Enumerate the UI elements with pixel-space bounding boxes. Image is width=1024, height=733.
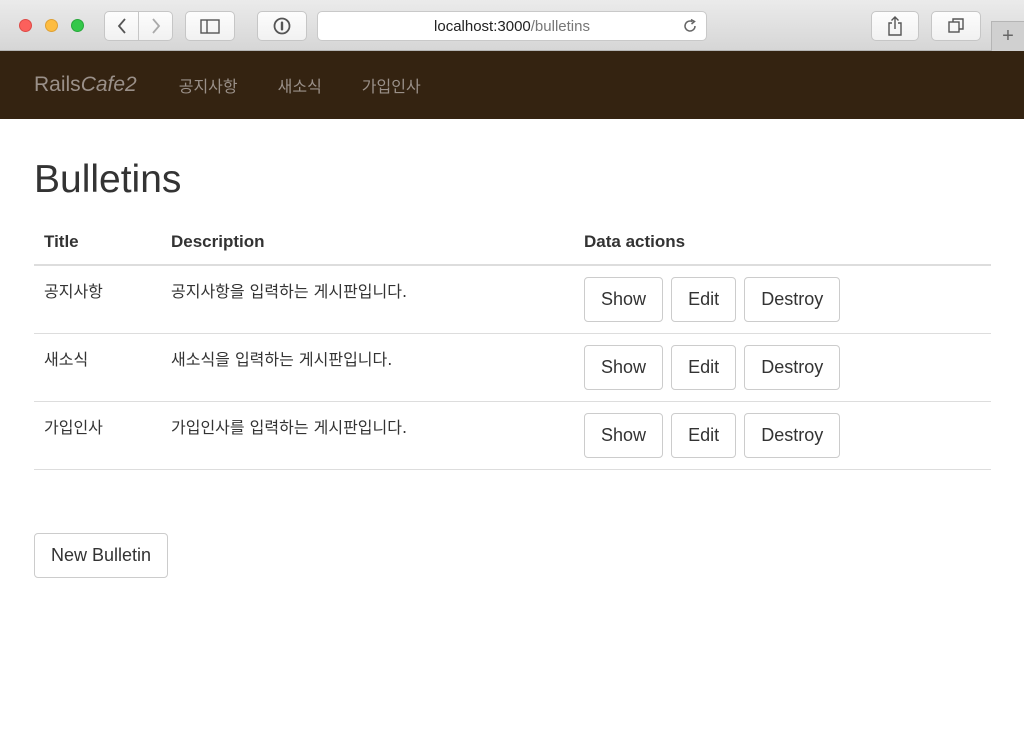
nav-link-news[interactable]: 새소식	[278, 73, 322, 97]
nav-link-notices[interactable]: 공지사항	[179, 73, 238, 97]
destroy-button[interactable]: Destroy	[744, 345, 841, 390]
column-header-actions: Data actions	[574, 223, 991, 266]
bulletins-table: Title Description Data actions 공지사항 공지사항…	[34, 223, 991, 470]
new-tab-button[interactable]: +	[991, 21, 1024, 51]
password-manager-button[interactable]	[257, 11, 307, 41]
zoom-window-button[interactable]	[71, 19, 84, 32]
share-button[interactable]	[871, 11, 919, 41]
table-row: 공지사항 공지사항을 입력하는 게시판입니다. Show Edit Destro…	[34, 265, 991, 334]
edit-button[interactable]: Edit	[671, 277, 737, 322]
show-button[interactable]: Show	[584, 345, 664, 390]
url-host: localhost:3000	[434, 17, 531, 35]
row-actions: Show Edit Destroy	[574, 401, 991, 470]
bulletin-title: 새소식	[34, 333, 161, 402]
bulletin-title: 공지사항	[34, 265, 161, 334]
password-icon	[273, 17, 291, 35]
site-navbar: RailsCafe2 공지사항 새소식 가입인사	[0, 51, 1024, 119]
new-bulletin-wrapper: New Bulletin	[34, 533, 991, 578]
table-row: 가입인사 가입인사를 입력하는 게시판입니다. Show Edit Destro…	[34, 401, 991, 470]
row-actions: Show Edit Destroy	[574, 265, 991, 334]
sidebar-toggle-button[interactable]	[185, 11, 235, 41]
column-header-title: Title	[34, 223, 161, 266]
chevron-right-icon	[151, 18, 160, 34]
edit-button[interactable]: Edit	[671, 345, 737, 390]
column-header-description: Description	[161, 223, 574, 266]
nav-link-greetings[interactable]: 가입인사	[362, 73, 421, 97]
main-content: Bulletins Title Description Data actions…	[34, 119, 991, 578]
back-button[interactable]	[105, 12, 138, 40]
forward-button[interactable]	[138, 12, 172, 40]
brand-logo[interactable]: RailsCafe2	[34, 73, 137, 97]
address-bar[interactable]: localhost:3000/bulletins	[317, 11, 707, 41]
chevron-left-icon	[117, 18, 126, 34]
row-actions: Show Edit Destroy	[574, 333, 991, 402]
show-button[interactable]: Show	[584, 277, 664, 322]
destroy-button[interactable]: Destroy	[744, 413, 841, 458]
tabs-icon	[948, 18, 964, 33]
bulletin-title: 가입인사	[34, 401, 161, 470]
new-bulletin-button[interactable]: New Bulletin	[34, 533, 169, 578]
sidebar-icon	[200, 18, 220, 34]
minimize-window-button[interactable]	[45, 19, 58, 32]
table-row: 새소식 새소식을 입력하는 게시판입니다. Show Edit Destroy	[34, 333, 991, 402]
reload-icon[interactable]	[682, 18, 698, 38]
brand-plain: Rails	[34, 73, 81, 96]
share-icon	[888, 16, 902, 36]
nav-links: 공지사항 새소식 가입인사	[159, 73, 441, 97]
page-title: Bulletins	[34, 158, 182, 201]
bulletin-description: 가입인사를 입력하는 게시판입니다.	[161, 401, 574, 470]
history-nav	[104, 11, 173, 41]
show-button[interactable]: Show	[584, 413, 664, 458]
destroy-button[interactable]: Destroy	[744, 277, 841, 322]
browser-toolbar: localhost:3000/bulletins +	[0, 0, 1024, 51]
edit-button[interactable]: Edit	[671, 413, 737, 458]
bulletin-description: 새소식을 입력하는 게시판입니다.	[161, 333, 574, 402]
table-header-row: Title Description Data actions	[34, 223, 991, 266]
close-window-button[interactable]	[19, 19, 32, 32]
tabs-overview-button[interactable]	[931, 11, 981, 41]
bulletin-description: 공지사항을 입력하는 게시판입니다.	[161, 265, 574, 334]
url-path: /bulletins	[530, 17, 590, 35]
brand-italic: Cafe2	[80, 73, 137, 96]
